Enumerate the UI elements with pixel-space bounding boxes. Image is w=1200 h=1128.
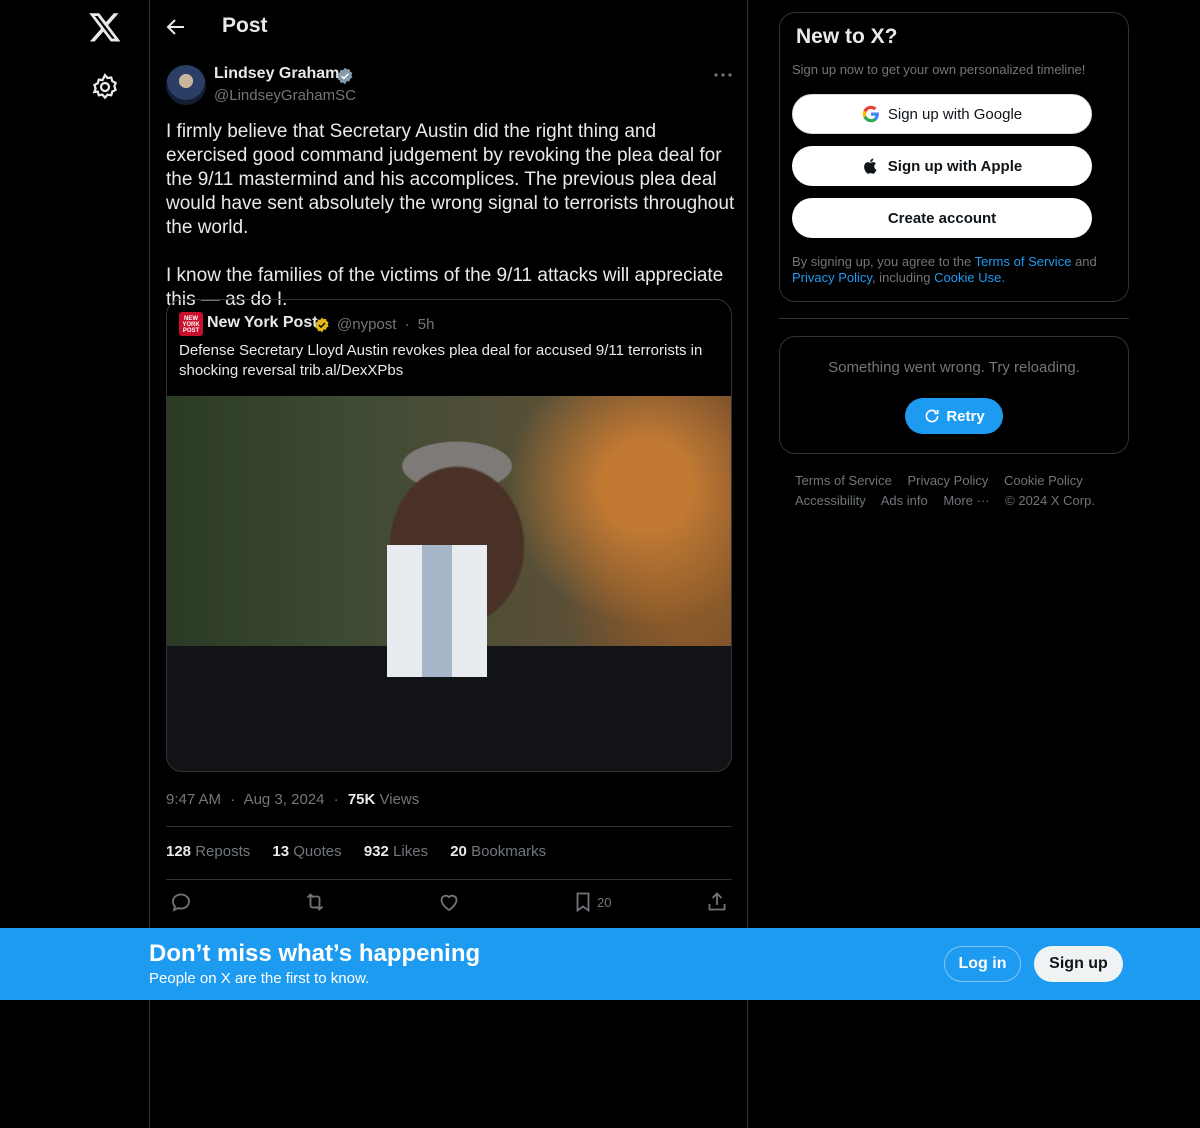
signup-banner: Don’t miss what’s happening People on X … bbox=[0, 928, 1200, 1000]
divider bbox=[779, 318, 1129, 319]
likes-stat[interactable]: 932 Likes bbox=[364, 843, 428, 860]
signup-card: New to X? Sign up now to get your own pe… bbox=[779, 12, 1129, 302]
footer-accessibility-link[interactable]: Accessibility bbox=[795, 493, 866, 508]
divider bbox=[166, 826, 732, 827]
signup-subtitle: Sign up now to get your own personalized… bbox=[792, 62, 1086, 77]
post-paragraph: I firmly believe that Secretary Austin d… bbox=[166, 121, 735, 238]
apple-signup-label: Sign up with Apple bbox=[887, 157, 1023, 175]
quoted-author-name: New York Post bbox=[207, 314, 318, 331]
cookie-use-link[interactable]: Cookie Use. bbox=[934, 270, 1005, 285]
retry-button[interactable]: Retry bbox=[905, 398, 1003, 434]
like-icon[interactable] bbox=[437, 890, 463, 916]
google-icon bbox=[862, 105, 880, 123]
views-label: Views bbox=[379, 791, 420, 808]
footer-ads-link[interactable]: Ads info bbox=[881, 493, 928, 508]
quoted-image-detail bbox=[387, 545, 487, 677]
legal-text: By signing up, you agree to the bbox=[792, 254, 972, 269]
signup-button[interactable]: Sign up bbox=[1034, 946, 1123, 982]
verified-badge-icon bbox=[336, 67, 354, 85]
engagement-stats: 128 Reposts 13 Quotes 932 Likes 20 Bookm… bbox=[166, 843, 564, 860]
author-handle[interactable]: @LindseyGrahamSC bbox=[214, 87, 356, 104]
create-account-button[interactable]: Create account bbox=[792, 198, 1092, 238]
quoted-time: 5h bbox=[417, 316, 435, 333]
reply-icon[interactable] bbox=[169, 890, 195, 916]
error-message: Something went wrong. Try reloading. bbox=[828, 359, 1080, 376]
separator-dot: · bbox=[404, 316, 410, 333]
page-title: Post bbox=[222, 14, 268, 37]
more-options-icon[interactable] bbox=[712, 66, 734, 84]
copyright: © 2024 X Corp. bbox=[1005, 493, 1095, 508]
footer-cookie-link[interactable]: Cookie Policy bbox=[1004, 473, 1083, 488]
footer-more-link[interactable]: More ··· bbox=[943, 493, 989, 508]
footer-terms-link[interactable]: Terms of Service bbox=[795, 473, 892, 488]
footer-privacy-link[interactable]: Privacy Policy bbox=[907, 473, 988, 488]
legal-text: and bbox=[1075, 254, 1097, 269]
bookmark-icon[interactable] bbox=[571, 890, 597, 916]
google-signup-button[interactable]: Sign up with Google bbox=[792, 94, 1092, 134]
apple-icon bbox=[862, 157, 880, 175]
reposts-stat[interactable]: 128 Reposts bbox=[166, 843, 250, 860]
nypost-logo: NEW YORK POST bbox=[179, 312, 203, 336]
x-logo-icon[interactable] bbox=[88, 10, 122, 44]
verified-badge-icon bbox=[314, 317, 330, 333]
error-card: Something went wrong. Try reloading. Ret… bbox=[779, 336, 1129, 454]
quoted-post[interactable]: NEW YORK POST New York Post @nypost · 5h… bbox=[166, 299, 732, 772]
retry-label: Retry bbox=[946, 407, 985, 425]
refresh-icon bbox=[923, 407, 941, 425]
bookmarks-stat[interactable]: 20 Bookmarks bbox=[450, 843, 546, 860]
login-button[interactable]: Log in bbox=[944, 946, 1021, 982]
legal-text: , including bbox=[871, 270, 931, 285]
repost-icon[interactable] bbox=[303, 890, 329, 916]
post-date[interactable]: Aug 3, 2024 bbox=[244, 791, 325, 808]
banner-subtitle: People on X are the first to know. bbox=[149, 970, 370, 987]
apple-signup-button[interactable]: Sign up with Apple bbox=[792, 146, 1092, 186]
quoted-handle: @nypost bbox=[337, 316, 397, 333]
author-name[interactable]: Lindsey Graham bbox=[214, 65, 339, 83]
separator-dot: · bbox=[230, 791, 236, 808]
legal-notice: By signing up, you agree to the Terms of… bbox=[792, 254, 1117, 286]
create-account-label: Create account bbox=[887, 209, 997, 227]
views-count: 75K bbox=[347, 791, 376, 808]
gear-icon[interactable] bbox=[90, 72, 120, 102]
bookmark-count: 20 bbox=[597, 895, 612, 910]
quoted-text: Defense Secretary Lloyd Austin revokes p… bbox=[179, 342, 703, 379]
quoted-author-handle: @nypost · 5h bbox=[337, 316, 434, 333]
signup-title: New to X? bbox=[796, 25, 898, 48]
avatar[interactable] bbox=[166, 65, 206, 105]
share-icon[interactable] bbox=[705, 890, 731, 916]
divider bbox=[166, 879, 732, 880]
terms-link[interactable]: Terms of Service bbox=[975, 254, 1072, 269]
google-signup-label: Sign up with Google bbox=[887, 105, 1023, 123]
privacy-link[interactable]: Privacy Policy bbox=[792, 270, 872, 285]
banner-title: Don’t miss what’s happening bbox=[149, 940, 481, 967]
footer-links: Terms of Service Privacy Policy Cookie P… bbox=[795, 471, 1125, 511]
post-time[interactable]: 9:47 AM bbox=[166, 791, 221, 808]
arrow-left-icon[interactable] bbox=[164, 15, 188, 39]
post-timestamp: 9:47 AM · Aug 3, 2024 · 75K Views bbox=[166, 791, 419, 808]
separator-dot: · bbox=[333, 791, 339, 808]
quotes-stat[interactable]: 13 Quotes bbox=[272, 843, 341, 860]
